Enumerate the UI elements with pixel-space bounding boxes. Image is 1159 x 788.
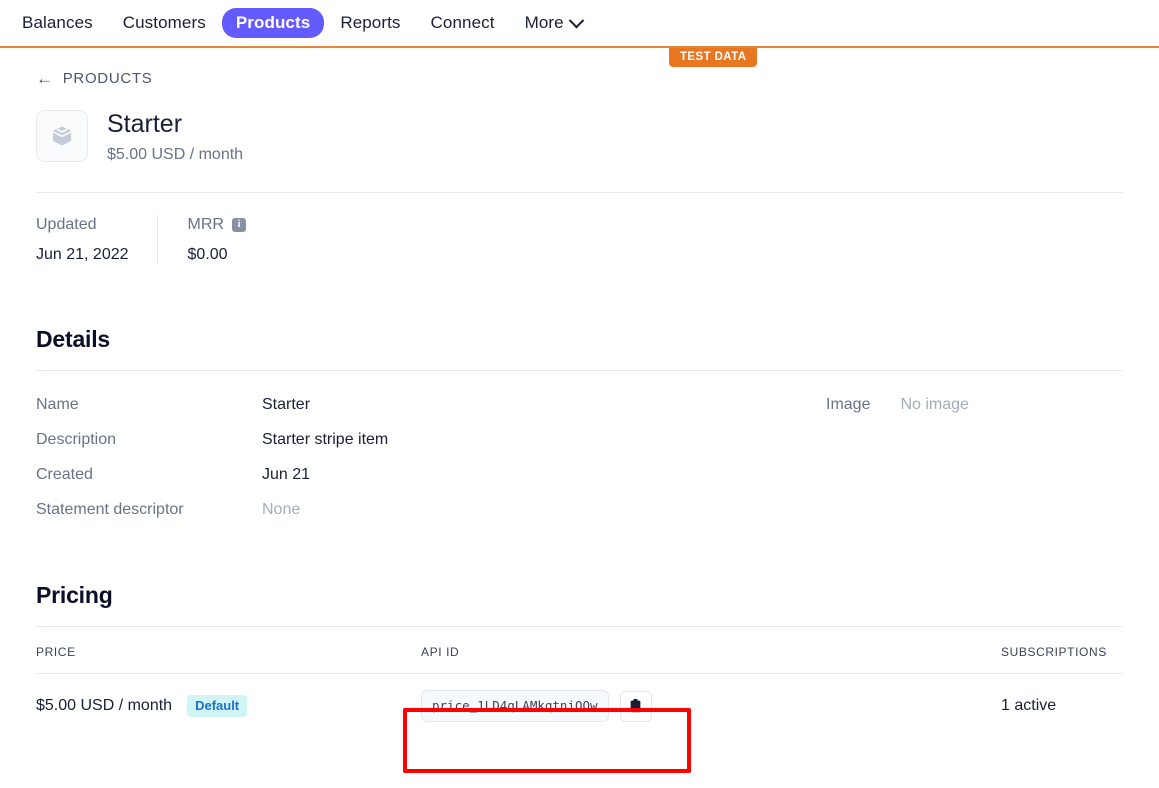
- box-icon: [36, 110, 88, 162]
- detail-row-created: Created Jun 21: [36, 465, 826, 484]
- breadcrumb-back-to-products[interactable]: ← PRODUCTS: [36, 70, 152, 87]
- detail-label: Name: [36, 396, 79, 413]
- nav-item-more[interactable]: More: [511, 8, 596, 38]
- nav-item-more-label: More: [524, 13, 564, 32]
- clipboard-icon[interactable]: [619, 690, 652, 722]
- detail-label: Statement descriptor: [36, 501, 184, 518]
- metric-updated-value: Jun 21, 2022: [36, 246, 129, 263]
- column-header-api-id: API ID: [421, 645, 460, 659]
- api-id-cell: price_1LD4qLAMkqtniQQw: [421, 690, 1001, 722]
- pricing-table-header: PRICE API ID SUBSCRIPTIONS: [36, 645, 1123, 673]
- detail-row-statement-descriptor: Statement descriptor None: [36, 500, 826, 519]
- column-header-price: PRICE: [36, 645, 76, 659]
- header-divider: [36, 192, 1123, 193]
- page-content: ← PRODUCTS Starter $5.00 USD / month Upd…: [0, 70, 1159, 738]
- metric-updated-label: Updated: [36, 216, 97, 233]
- detail-value: Jun 21: [262, 466, 311, 483]
- metric-mrr-value: $0.00: [187, 246, 228, 263]
- pricing-section-title: Pricing: [36, 582, 113, 608]
- test-data-badge: TEST DATA: [669, 48, 758, 67]
- table-row[interactable]: $5.00 USD / month Default price_1LD4qLAM…: [36, 674, 1123, 738]
- detail-label: Description: [36, 431, 117, 448]
- metric-mrr: MRR i $0.00: [156, 215, 274, 264]
- metric-mrr-label: MRR: [187, 216, 224, 233]
- metric-updated: Updated Jun 21, 2022: [36, 215, 157, 264]
- nav-item-balances[interactable]: Balances: [8, 8, 107, 38]
- nav-item-customers[interactable]: Customers: [109, 8, 220, 38]
- nav-item-reports[interactable]: Reports: [326, 8, 414, 38]
- top-navigation: Balances Customers Products Reports Conn…: [0, 0, 1159, 48]
- detail-row-description: Description Starter stripe item: [36, 430, 826, 449]
- price-label: $5.00 USD / month: [36, 697, 173, 714]
- metric-mrr-label-wrap: MRR i: [188, 215, 246, 234]
- image-value: No image: [900, 396, 969, 413]
- chevron-down-icon: [568, 12, 584, 28]
- details-field-list: Name Starter Description Starter stripe …: [36, 395, 826, 519]
- arrow-left-icon: ←: [36, 69, 54, 88]
- image-label: Image: [826, 396, 871, 413]
- subscriptions-cell: 1 active: [1001, 697, 1057, 714]
- column-header-subscriptions: SUBSCRIPTIONS: [1001, 645, 1107, 659]
- detail-value: None: [262, 501, 301, 518]
- detail-row-name: Name Starter: [36, 395, 826, 414]
- page-title: Starter: [107, 110, 183, 138]
- detail-value: Starter stripe item: [262, 431, 389, 448]
- api-id-value[interactable]: price_1LD4qLAMkqtniQQw: [421, 690, 609, 722]
- product-header-text: Starter $5.00 USD / month: [107, 110, 243, 164]
- info-icon[interactable]: i: [231, 217, 246, 232]
- product-price-summary: $5.00 USD / month: [107, 146, 244, 163]
- details-section: Name Starter Description Starter stripe …: [36, 395, 1123, 519]
- product-header: Starter $5.00 USD / month: [36, 110, 1123, 164]
- price-cell: $5.00 USD / month Default: [36, 695, 421, 717]
- detail-value: Starter: [262, 396, 311, 413]
- status-badge: Default: [187, 695, 248, 717]
- nav-item-connect[interactable]: Connect: [417, 8, 509, 38]
- nav-item-products[interactable]: Products: [221, 8, 325, 38]
- details-section-title: Details: [36, 326, 111, 352]
- detail-label: Created: [36, 466, 93, 483]
- details-section-rule: [36, 370, 1123, 371]
- breadcrumb-label: PRODUCTS: [62, 70, 153, 87]
- metrics-row: Updated Jun 21, 2022 MRR i $0.00: [36, 215, 1123, 264]
- product-image-field: Image No image: [826, 395, 969, 519]
